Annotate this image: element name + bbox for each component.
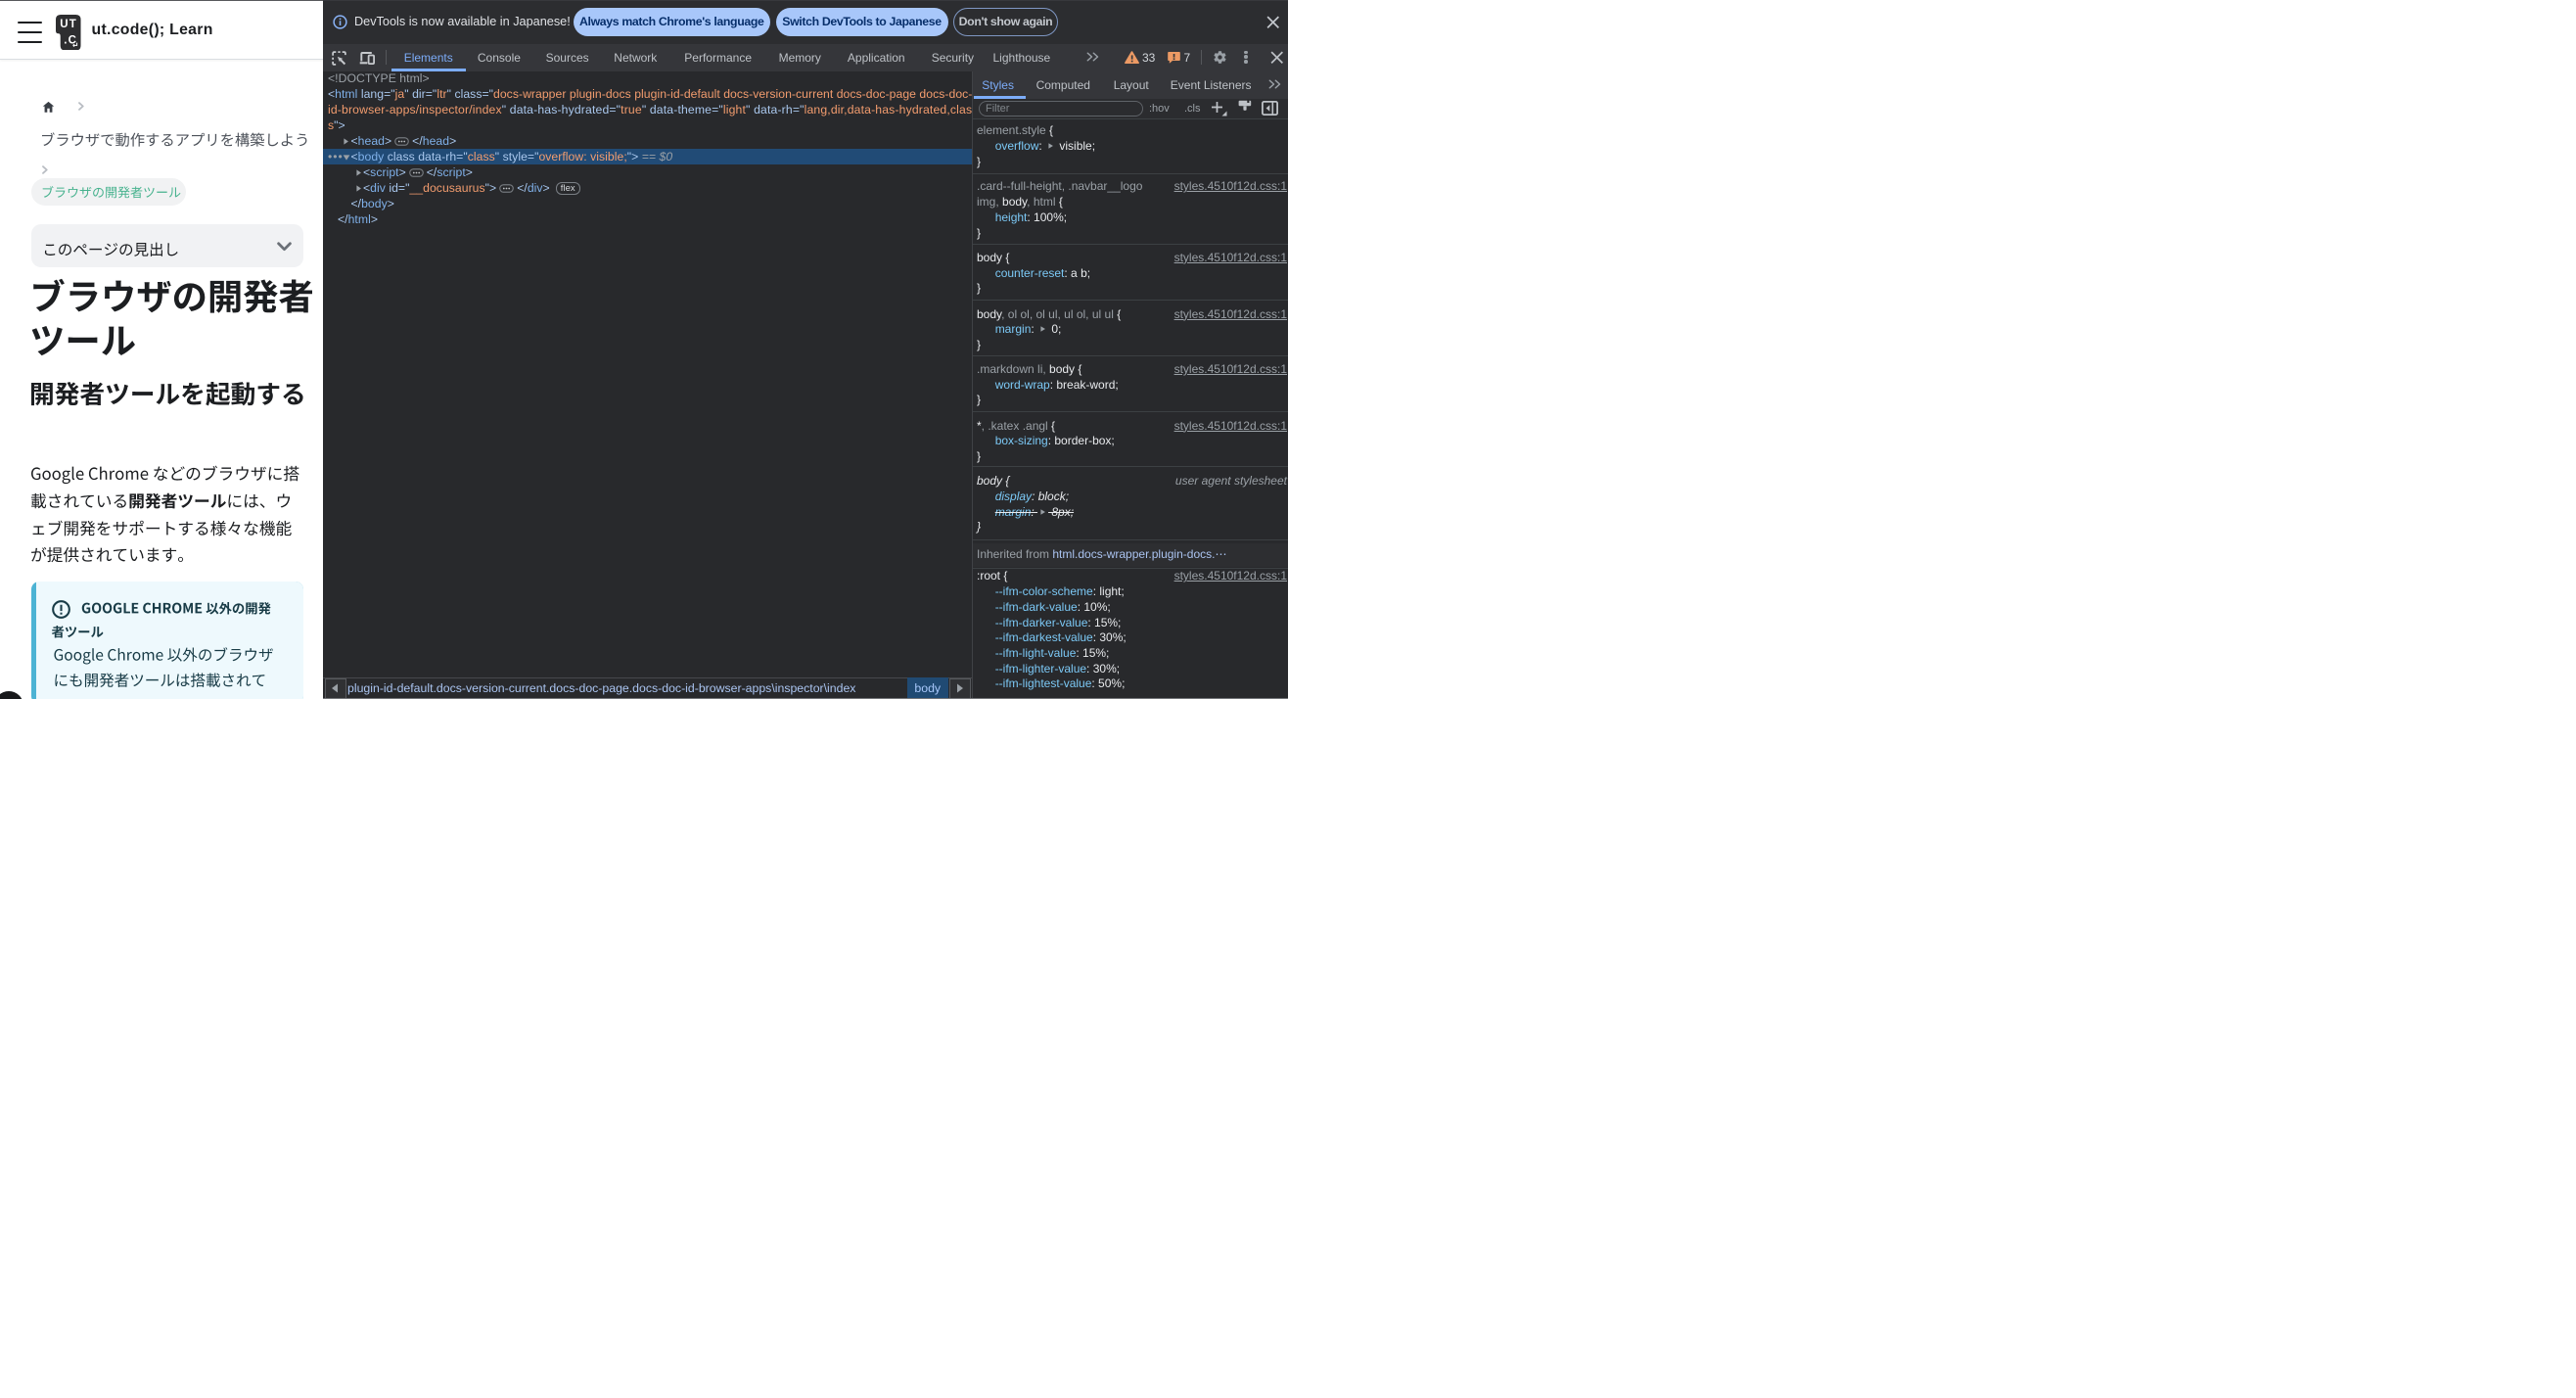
svg-text:UT: UT bbox=[60, 19, 77, 30]
svg-text:.C: .C bbox=[64, 34, 77, 46]
